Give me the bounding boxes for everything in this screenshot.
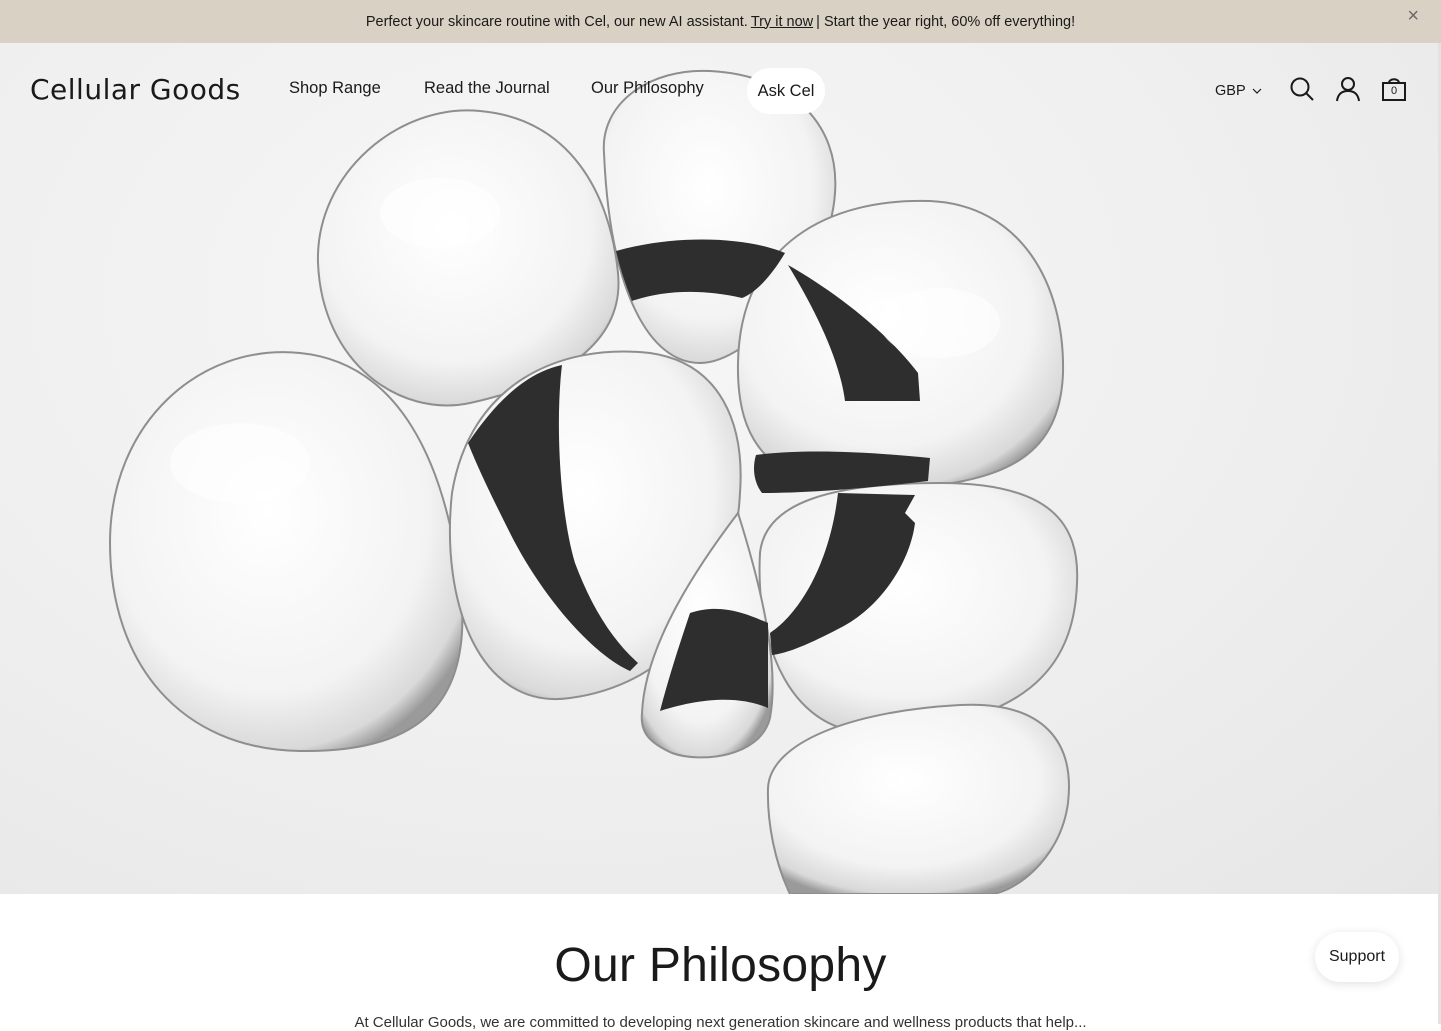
hero-image	[108, 69, 1079, 894]
account-icon[interactable]	[1335, 76, 1361, 102]
announcement-bar: Perfect your skincare routine with Cel, …	[0, 0, 1441, 43]
section-text: At Cellular Goods, we are committed to d…	[354, 1014, 1087, 1031]
cart-count: 0	[1390, 85, 1398, 97]
ask-cel-button[interactable]: Ask Cel	[747, 68, 825, 114]
cart-button[interactable]: 0	[1381, 76, 1407, 102]
announcement-text: Perfect your skincare routine with Cel, …	[365, 13, 748, 30]
chevron-down-icon	[1252, 88, 1262, 94]
logo[interactable]: Cellular Goods	[30, 73, 241, 106]
currency-selector[interactable]: GBP	[1215, 83, 1262, 99]
announcement-text-after: | Start the year right, 60% off everythi…	[816, 13, 1076, 30]
support-button[interactable]: Support	[1315, 932, 1399, 982]
close-icon[interactable]: ×	[1407, 6, 1419, 26]
philosophy-section: Our Philosophy At Cellular Goods, we are…	[0, 894, 1441, 1031]
try-it-now-link[interactable]: Try it now	[751, 14, 813, 30]
hero-banner	[0, 43, 1441, 894]
nav-shop-range[interactable]: Shop Range	[289, 79, 381, 98]
search-icon[interactable]	[1289, 76, 1315, 102]
nav-read-journal[interactable]: Read the Journal	[424, 79, 550, 98]
site-header: Cellular Goods Shop Range Read the Journ…	[0, 43, 1441, 137]
nav-our-philosophy[interactable]: Our Philosophy	[591, 79, 704, 98]
currency-label: GBP	[1215, 83, 1246, 99]
section-title: Our Philosophy	[554, 939, 887, 992]
